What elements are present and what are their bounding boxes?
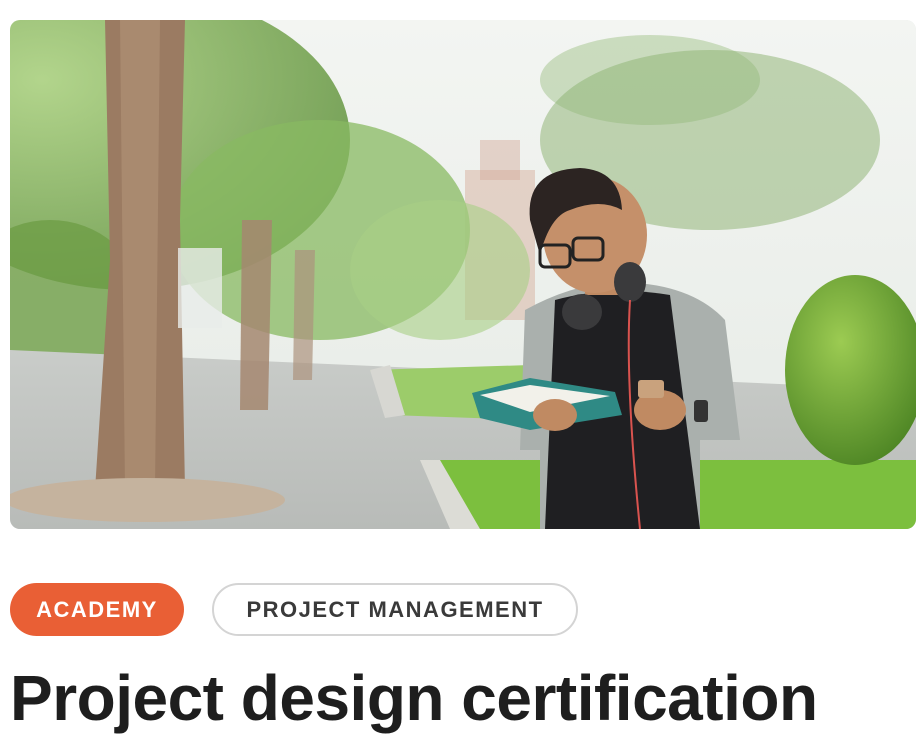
tag-row: ACADEMY PROJECT MANAGEMENT bbox=[10, 583, 578, 636]
hero-photo-illustration bbox=[10, 20, 916, 529]
category-tag-academy[interactable]: ACADEMY bbox=[10, 583, 184, 636]
hero-image bbox=[10, 20, 916, 529]
category-tag-project-management[interactable]: PROJECT MANAGEMENT bbox=[212, 583, 578, 636]
page-title: Project design certification bbox=[10, 662, 818, 734]
